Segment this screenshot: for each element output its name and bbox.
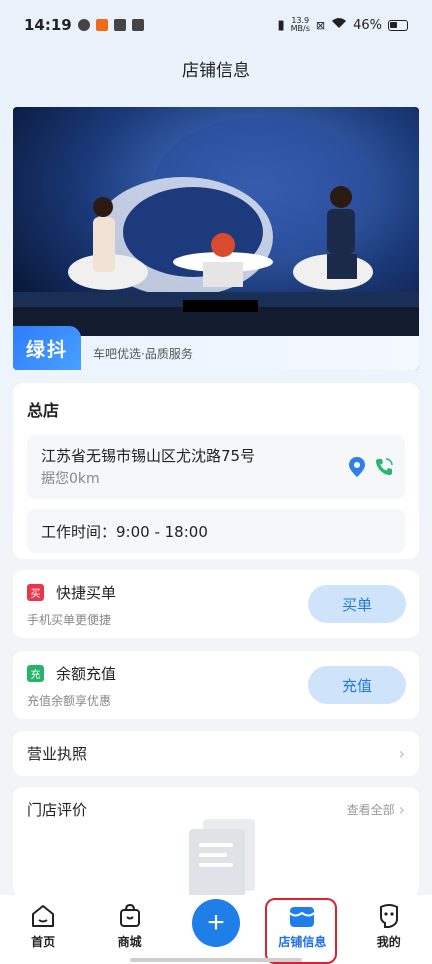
store-distance: 据您0km [41,471,100,487]
buy-badge-icon: 买 [27,584,44,601]
brand-slogan: 车吧优选·品质服务 [93,346,193,361]
view-all-reviews-link[interactable]: 查看全部 › [347,800,405,819]
brand-logo: 绿抖 [13,326,81,370]
reviews-title: 门店评价 [27,801,88,819]
highlight-box [265,898,337,964]
store-card: 总店 江苏省无锡市锡山区尤沈路75号 据您0km 工作时间：9:00 - 18:… [13,383,419,559]
location-pin-icon[interactable] [349,457,365,481]
bottom-tab-bar: 首页 商城 + 店铺信息 我的 [0,895,432,964]
status-time: 14:19 [24,16,72,34]
brand-strip: 绿抖 车吧优选·品质服务 [13,326,419,370]
quick-buy-card: 买 快捷买单 手机买单更便捷 买单 [13,570,419,638]
net-speed-unit: MB/s [290,24,310,33]
add-button[interactable]: + [191,899,240,947]
message-app-icon [131,19,144,31]
battery-icon [388,19,408,31]
view-all-label: 查看全部 [346,803,395,817]
store-name: 总店 [27,401,60,420]
home-icon [32,905,55,927]
quick-buy-title: 快捷买单 [56,584,117,602]
mail-app-icon [113,19,126,31]
status-left: 14:19 [24,16,144,34]
home-indicator [130,958,302,962]
business-license-title: 营业执照 [27,745,88,763]
net-speed: 13.9 MB/s [291,17,310,33]
business-hours: 工作时间：9:00 - 18:00 [27,509,405,553]
status-right: ▮ 13.9 MB/s ⊠ 46% [277,17,408,33]
pay-bill-button[interactable]: 买单 [308,585,406,623]
store-reviews-card: 门店评价 查看全部 › [13,787,419,897]
recharge-badge-icon: 充 [27,665,44,682]
phone-icon[interactable] [375,457,393,481]
tab-home-label: 首页 [31,935,56,949]
store-banner[interactable]: 绿抖 车吧优选·品质服务 [13,107,419,370]
recharge-title: 余额充值 [56,665,117,683]
tab-mall-label: 商城 [117,935,142,949]
recharge-card: 充 余额充值 充值余额享优惠 充值 [13,651,419,719]
empty-reviews-illustration-icon [189,819,255,897]
tab-mall[interactable]: 商城 [87,903,173,950]
chevron-right-icon: › [398,744,405,763]
business-license-row[interactable]: 营业执照 › [13,731,419,776]
battery-percent: 46% [353,17,382,33]
tab-mine[interactable]: 我的 [346,903,432,950]
tab-add[interactable]: + [173,899,259,947]
page-title: 店铺信息 [182,61,250,81]
chevron-right-icon: › [398,800,405,819]
status-bar: 14:19 ▮ 13.9 MB/s ⊠ 46% [0,0,432,50]
notification-app-icon [95,19,108,31]
address-box[interactable]: 江苏省无锡市锡山区尤沈路75号 据您0km [27,435,405,499]
sim-icon: ⊠ [315,18,326,32]
store-address: 江苏省无锡市锡山区尤沈路75号 [41,447,256,465]
vibrate-icon: ▮ [277,17,285,33]
tab-mine-label: 我的 [376,935,401,949]
leaf-app-icon [77,19,90,31]
recharge-button[interactable]: 充值 [308,666,406,704]
tab-home[interactable]: 首页 [0,903,86,950]
shopping-bag-icon [119,903,140,927]
profile-icon [379,904,398,928]
wifi-icon [331,17,347,33]
